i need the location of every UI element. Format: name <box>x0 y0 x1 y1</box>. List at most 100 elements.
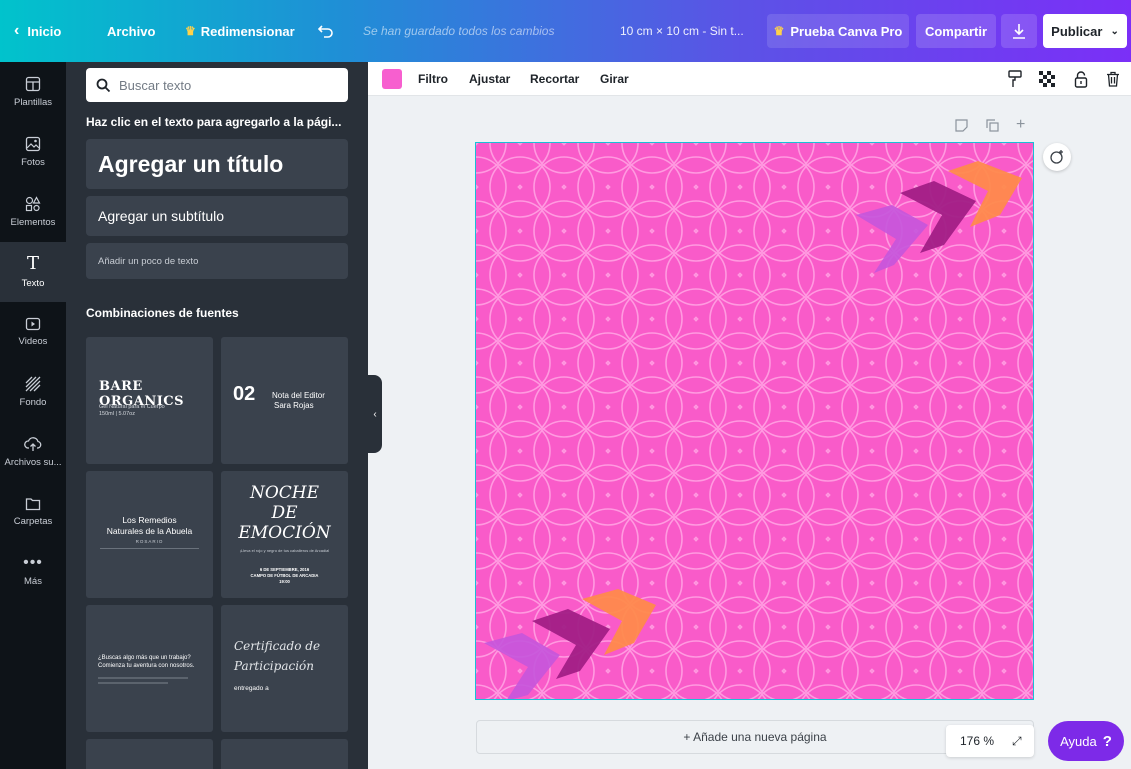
collapse-panel-button[interactable]: ‹ <box>368 375 382 453</box>
chevron-left-icon: ‹ <box>373 408 377 420</box>
zoom-control[interactable]: 176 % ⤢ <box>946 725 1034 757</box>
download-icon <box>1013 24 1025 39</box>
rail-item-photos[interactable]: Fotos <box>0 122 66 182</box>
resize-button[interactable]: ♛ Redimensionar <box>185 0 295 62</box>
home-label: Inicio <box>27 23 62 39</box>
background-icon <box>25 376 41 392</box>
file-menu[interactable]: Archivo <box>107 0 155 62</box>
combo-line: Comienza tu aventura con nosotros. <box>98 663 195 669</box>
combo-line: Los Remedios <box>122 515 177 525</box>
undo-button[interactable] <box>318 0 334 62</box>
text-icon: T <box>26 253 39 274</box>
copy-icon <box>986 119 999 132</box>
zoom-level: 176 % <box>960 734 995 748</box>
comment-button[interactable] <box>1043 143 1071 171</box>
chevron-left-icon: ‹ <box>14 22 20 39</box>
combo-line: entregado a <box>234 685 269 692</box>
help-question-mark: ? <box>1102 732 1112 750</box>
combo-line: Gel Natural para el Cuerpo <box>99 404 165 410</box>
color-swatch-button[interactable] <box>382 62 402 96</box>
combo-line: Naturales de la Abuela <box>106 526 193 536</box>
top-bar: ‹ Inicio Archivo ♛ Redimensionar Se han … <box>0 0 1131 62</box>
combo-line: Certificado de <box>234 639 321 653</box>
rail-item-background[interactable]: Fondo <box>0 362 66 422</box>
pro-trial-label: Prueba Canva Pro <box>790 23 903 39</box>
combo-placeholder-line <box>98 682 168 684</box>
folder-icon <box>25 498 41 511</box>
upload-icon <box>24 437 42 451</box>
font-combo-card[interactable] <box>86 739 213 769</box>
pro-trial-button[interactable]: ♛ Prueba Canva Pro <box>767 14 909 48</box>
combo-number: 02 <box>233 383 256 405</box>
filter-button[interactable]: Filtro <box>418 62 448 96</box>
undo-icon <box>318 25 333 38</box>
rail-item-folders[interactable]: Carpetas <box>0 482 66 542</box>
saved-status: Se han guardado todos los cambios <box>363 0 554 62</box>
rail-label: Carpetas <box>13 516 53 527</box>
combo-line: Participación <box>234 659 314 673</box>
font-combo-card[interactable]: Los Remedios Naturales de la Abuela ROSA… <box>86 471 213 598</box>
add-subtitle-button[interactable]: Agregar un subtítulo <box>86 196 348 236</box>
rail-label: Fondo <box>19 397 47 408</box>
comment-add-icon <box>1050 150 1063 164</box>
format-painter-button[interactable] <box>1008 62 1022 96</box>
doc-title-text: 10 cm × 10 cm - Sin t... <box>620 24 744 38</box>
rail-item-videos[interactable]: Videos <box>0 302 66 362</box>
combo-line: ¡Lleva el rojo y negro de tus caballeros… <box>239 548 330 553</box>
help-button[interactable]: Ayuda ? <box>1048 721 1124 761</box>
expand-icon[interactable]: ⤢ <box>1012 734 1022 749</box>
lock-button[interactable] <box>1074 62 1088 96</box>
note-icon <box>955 119 968 132</box>
doc-title[interactable]: 10 cm × 10 cm - Sin t... <box>620 0 744 62</box>
adjust-button[interactable]: Ajustar <box>469 62 510 96</box>
home-button[interactable]: ‹ Inicio <box>14 0 61 62</box>
design-canvas[interactable] <box>475 142 1034 700</box>
search-input[interactable]: Buscar texto <box>86 68 348 102</box>
font-combo-card[interactable]: NOCHE DE EMOCIÓN ¡Lleva el rojo y negro … <box>221 471 348 598</box>
combo-line: 19:00 <box>279 579 290 584</box>
publish-button[interactable]: Publicar ⌄ <box>1043 14 1127 48</box>
rail-label: Más <box>24 575 42 587</box>
rail-label: Archivos su... <box>4 457 62 468</box>
color-swatch <box>382 69 402 89</box>
rail-item-templates[interactable]: Plantillas <box>0 62 66 122</box>
delete-button[interactable] <box>1106 62 1120 96</box>
crop-button[interactable]: Recortar <box>530 62 579 96</box>
combo-line: Nota del Editor <box>272 391 325 400</box>
unlock-icon <box>1074 70 1088 88</box>
search-placeholder: Buscar texto <box>119 77 192 93</box>
font-combo-card[interactable]: BARE ORGANICS Gel Natural para el Cuerpo… <box>86 337 213 464</box>
add-title-button[interactable]: Agregar un título <box>86 139 348 189</box>
combo-line: DE <box>271 503 298 523</box>
font-combo-card[interactable]: Certificado de Participación entregado a <box>221 605 348 732</box>
rail-item-uploads[interactable]: Archivos su... <box>0 422 66 482</box>
rail-item-elements[interactable]: Elementos <box>0 182 66 242</box>
rail-item-more[interactable]: ••• Más <box>0 542 66 602</box>
combo-placeholder-line <box>98 677 188 679</box>
download-button[interactable] <box>1001 14 1037 48</box>
transparency-button[interactable] <box>1039 62 1055 96</box>
duplicate-page-button[interactable] <box>986 119 999 135</box>
font-combo-card[interactable]: 02 Nota del Editor Sara Rojas <box>221 337 348 464</box>
add-note-button[interactable] <box>955 119 968 135</box>
more-icon: ••• <box>23 553 43 571</box>
editor-toolbar: Filtro Ajustar Recortar Girar <box>368 62 1131 96</box>
rail-label: Videos <box>18 336 48 347</box>
font-combo-card[interactable]: ¿Buscas algo más que un trabajo? Comienz… <box>86 605 213 732</box>
add-body-text-button[interactable]: Añadir un poco de texto <box>86 243 348 279</box>
search-icon <box>96 78 111 92</box>
canvas-artwork <box>476 143 1033 699</box>
share-button[interactable]: Compartir <box>916 14 996 48</box>
panel-hint: Haz clic en el texto para agregarlo a la… <box>86 115 342 129</box>
text-panel: Buscar texto Haz clic en el texto para a… <box>66 62 368 769</box>
rotate-button[interactable]: Girar <box>600 62 629 96</box>
layout-icon <box>25 76 41 92</box>
crown-icon: ♛ <box>185 24 196 38</box>
add-page-icon[interactable]: + <box>1016 116 1025 134</box>
rail-item-text[interactable]: T Texto <box>0 242 66 302</box>
trash-icon <box>1107 71 1119 87</box>
font-combo-card[interactable] <box>221 739 348 769</box>
combo-line: NOCHE <box>249 483 320 503</box>
photo-icon <box>25 136 41 152</box>
combo-line: Sara Rojas <box>274 401 314 410</box>
